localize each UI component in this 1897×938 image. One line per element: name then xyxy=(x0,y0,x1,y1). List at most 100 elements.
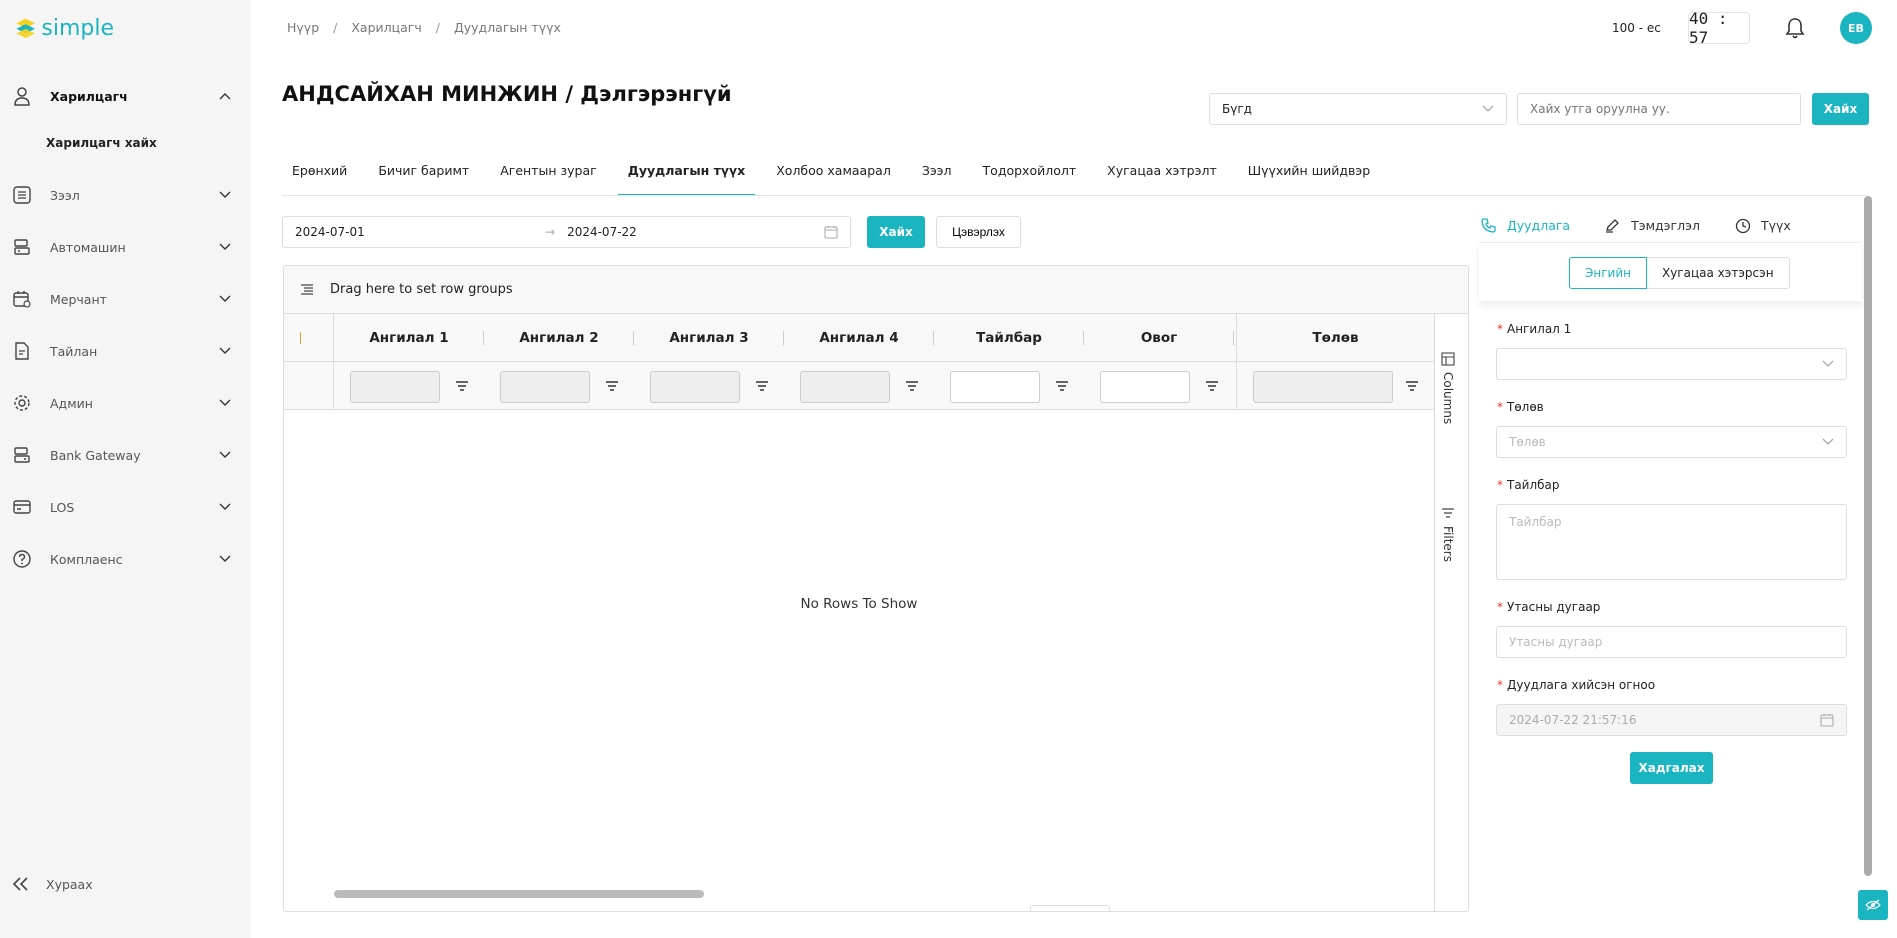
column-filter-input[interactable] xyxy=(800,371,890,403)
calendar-icon xyxy=(1820,714,1834,727)
user-icon xyxy=(12,86,32,106)
pinned-column-divider xyxy=(333,314,334,410)
sidebar-item-label: LOS xyxy=(50,499,75,515)
column-header[interactable]: Ангилал 1 xyxy=(334,314,484,362)
gear-icon xyxy=(12,393,32,413)
column-resize-handle[interactable] xyxy=(1233,331,1234,345)
description-label: * Тайлбар xyxy=(1497,478,1560,492)
breadcrumb-home[interactable]: Нүүр xyxy=(287,20,319,35)
tab-3[interactable]: Дуудлагын түүх xyxy=(617,158,756,196)
sidebar-item-bank[interactable]: Bank Gateway xyxy=(0,429,251,481)
search-type-select[interactable]: Бүгд xyxy=(1209,93,1507,125)
grid-footer-tab xyxy=(1030,905,1110,911)
status-select[interactable]: Төлөв xyxy=(1496,426,1847,458)
save-button[interactable]: Хадгалах xyxy=(1630,752,1713,784)
date-range-picker[interactable]: 2024-07-01 → 2024-07-22 xyxy=(282,216,851,248)
column-filter-input[interactable] xyxy=(650,371,740,403)
columns-tool-button[interactable]: Columns xyxy=(1441,352,1455,424)
tab-5[interactable]: Зээл xyxy=(912,158,962,196)
tab-1[interactable]: Бичиг баримт xyxy=(368,158,479,196)
sidebar-item-user[interactable]: Харилцагч xyxy=(0,70,251,122)
breadcrumb-customer[interactable]: Харилцагч xyxy=(351,20,421,35)
filter-icon[interactable] xyxy=(454,378,470,394)
logo-text: simple xyxy=(41,15,114,41)
right-panel-scrollbar[interactable] xyxy=(1864,196,1872,876)
segment-overdue[interactable]: Хугацаа хэтэрсэн xyxy=(1646,257,1790,289)
sidebar-item-help[interactable]: Комплаенс xyxy=(0,533,251,585)
filter-icon[interactable] xyxy=(904,378,920,394)
search-button[interactable]: Хайх xyxy=(1812,93,1869,125)
user-avatar[interactable]: EB xyxy=(1840,12,1872,44)
sidebar-item-calendar[interactable]: Мерчант xyxy=(0,273,251,325)
filters-tool-button[interactable]: Filters xyxy=(1441,506,1455,562)
horizontal-scrollbar[interactable] xyxy=(334,890,704,898)
tab-7[interactable]: Хугацаа хэтрэлт xyxy=(1097,158,1227,196)
filter-icon[interactable] xyxy=(1204,378,1220,394)
calendar-icon xyxy=(12,289,32,309)
double-chevron-left-icon xyxy=(12,877,28,891)
column-header[interactable]: Ангилал 4 xyxy=(784,314,934,362)
status-label: * Төлөв xyxy=(1497,400,1544,414)
collapse-sidebar-button[interactable]: Хураах xyxy=(12,872,93,896)
column-filter-input[interactable] xyxy=(500,371,590,403)
breadcrumb: Нүүр / Харилцагч / Дуудлагын түүх xyxy=(287,20,561,35)
column-header[interactable]: Ангилал 2 xyxy=(484,314,634,362)
chevron-down-icon xyxy=(219,399,231,407)
segment-normal[interactable]: Энгийн xyxy=(1569,257,1647,289)
page-title: АНДСАЙХАН МИНЖИН / Дэлгэрэнгүй xyxy=(282,82,732,106)
filter-icon[interactable] xyxy=(1404,378,1420,394)
breadcrumb-separator: / xyxy=(435,20,440,35)
column-filter-input[interactable] xyxy=(350,371,440,403)
category1-label: * Ангилал 1 xyxy=(1497,322,1572,336)
column-header[interactable]: Ангилал 3 xyxy=(634,314,784,362)
phone-placeholder: Утасны дугаар xyxy=(1509,635,1603,649)
right-panel-tab-pen[interactable]: Тэмдэглэл xyxy=(1604,207,1700,243)
sidebar-item-car[interactable]: Автомашин xyxy=(0,221,251,273)
notification-bell-icon[interactable] xyxy=(1784,16,1806,40)
right-panel-tab-history[interactable]: Түүх xyxy=(1734,207,1791,243)
column-filter-input[interactable] xyxy=(1253,371,1393,403)
right-panel-tab-phone[interactable]: Дуудлага xyxy=(1480,207,1571,245)
right-panel-tab-label: Түүх xyxy=(1760,217,1791,233)
date-from[interactable]: 2024-07-01 xyxy=(295,225,545,239)
sidebar-item-list[interactable]: Зээл xyxy=(0,169,251,221)
chevron-down-icon xyxy=(219,555,231,563)
filter-icon[interactable] xyxy=(604,378,620,394)
sidebar-item-card[interactable]: LOS xyxy=(0,481,251,533)
column-header[interactable]: Тайлбар xyxy=(934,314,1084,362)
sidebar-subitem-customer-search[interactable]: Харилцагч хайх xyxy=(46,136,157,150)
sidebar-item-label: Мерчант xyxy=(50,291,107,307)
row-group-text: Drag here to set row groups xyxy=(330,282,513,297)
tab-4[interactable]: Холбоо хамаарал xyxy=(766,158,901,196)
date-search-button[interactable]: Хайх xyxy=(867,216,925,248)
date-to[interactable]: 2024-07-22 xyxy=(567,225,824,239)
tab-6[interactable]: Тодорхойлолт xyxy=(973,158,1087,196)
sidebar-item-gear[interactable]: Админ xyxy=(0,377,251,429)
tabs-divider xyxy=(282,195,1868,196)
tab-8[interactable]: Шүүхийн шийдвэр xyxy=(1238,158,1380,196)
filter-icon[interactable] xyxy=(754,378,770,394)
column-filter-input[interactable] xyxy=(1100,371,1190,403)
chevron-down-icon xyxy=(219,503,231,511)
filter-icon[interactable] xyxy=(1054,378,1070,394)
search-input[interactable] xyxy=(1517,93,1801,125)
tab-2[interactable]: Агентын зураг xyxy=(490,158,606,196)
category1-select[interactable] xyxy=(1496,348,1847,380)
sidebar-item-label: Bank Gateway xyxy=(50,447,141,463)
column-header[interactable]: Төлөв xyxy=(1237,314,1434,362)
description-textarea[interactable]: Тайлбар xyxy=(1496,504,1847,580)
pinned-column-divider xyxy=(1236,314,1237,410)
row-group-icon xyxy=(301,283,313,295)
row-group-bar[interactable]: Drag here to set row groups xyxy=(284,266,1468,314)
card-icon xyxy=(12,497,32,517)
sidebar-item-report[interactable]: Тайлан xyxy=(0,325,251,377)
toggle-visibility-button[interactable] xyxy=(1858,890,1888,920)
tab-0[interactable]: Ерөнхий xyxy=(282,158,357,196)
clear-button[interactable]: Цэвэрлэх xyxy=(936,216,1021,248)
app-logo[interactable]: simple xyxy=(14,12,114,44)
sidebar-item-label: Зээл xyxy=(50,187,80,203)
phone-label: * Утасны дугаар xyxy=(1497,600,1601,614)
phone-input[interactable]: Утасны дугаар xyxy=(1496,626,1847,658)
column-filter-input[interactable] xyxy=(950,371,1040,403)
column-header[interactable]: Овог xyxy=(1084,314,1234,362)
